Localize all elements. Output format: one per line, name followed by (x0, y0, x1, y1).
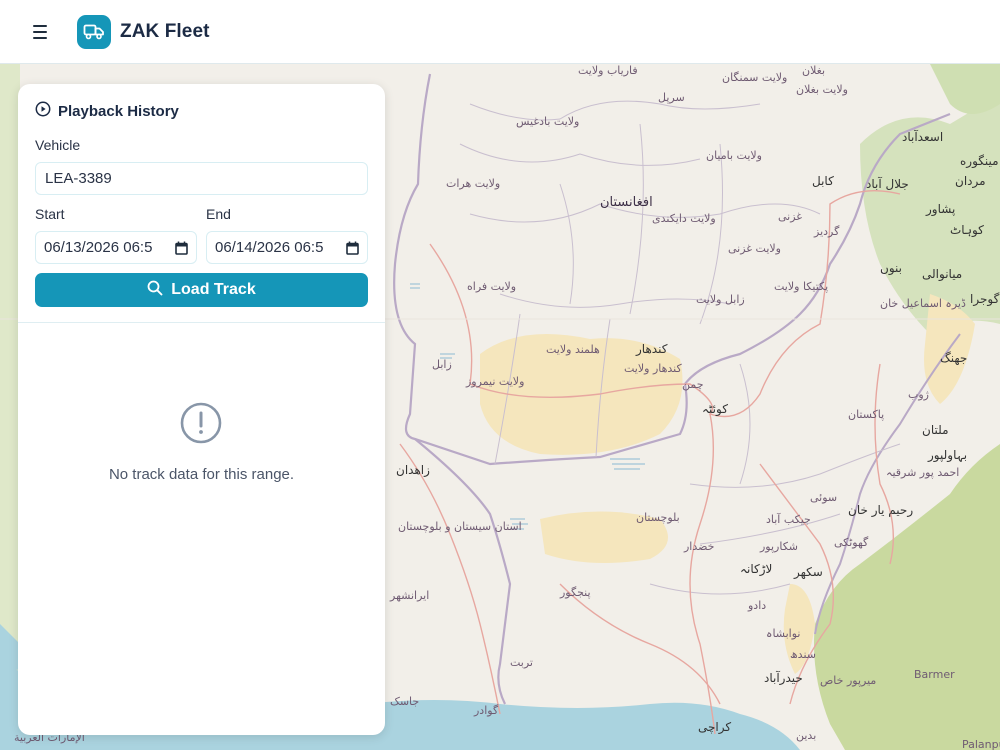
map-label: ژوب (908, 388, 929, 401)
map-label: دادو (748, 599, 767, 612)
map-label: Palanpu (962, 738, 1000, 750)
map-label: اسعدآباد (902, 130, 944, 144)
map-label: کوہاٹ (950, 223, 984, 237)
map-label: لاڑکانہ (740, 562, 773, 576)
play-circle-icon (35, 101, 51, 122)
map-label: استان سیستان و بلوچستان (398, 520, 522, 533)
map-label: ملتان (922, 423, 949, 437)
map-label: میانوالی (922, 267, 963, 281)
map-label: تربت (510, 656, 533, 669)
start-date-input[interactable]: 06/13/2026 06:5 (35, 231, 197, 264)
map-label: پاکستان (848, 408, 885, 421)
map-label: Barmer (914, 668, 955, 681)
map-label: نوابشاہ (766, 627, 801, 640)
map-label: ولایت فراه (467, 280, 517, 293)
panel-divider (18, 322, 385, 323)
panel-header: Playback History (18, 84, 385, 122)
map-label: کابل (812, 174, 834, 188)
map-label: بغلان (802, 64, 826, 77)
map-label: سندھ (790, 648, 816, 661)
map-label: ولایت سمنگان (722, 71, 788, 84)
map-label: جیکب آباد (766, 513, 811, 526)
vehicle-input[interactable]: LEA-3389 (35, 162, 368, 195)
map-label: فاریاب ولایت (578, 64, 638, 77)
start-label: Start (35, 206, 65, 222)
map-label: ولایت دایکندی (652, 212, 716, 225)
map-label: خضدار (684, 540, 715, 553)
map-label: سکھر (794, 565, 823, 579)
map-label: چمن (682, 378, 704, 391)
playback-panel: Playback History Vehicle LEA-3389 Start … (18, 84, 385, 735)
start-date-value: 06/13/2026 06:5 (44, 239, 153, 256)
search-icon (147, 280, 163, 301)
hamburger-icon[interactable] (20, 12, 60, 52)
map-label: جلال آباد (866, 177, 909, 191)
map-label: ولایت بامیان (706, 149, 762, 162)
empty-state-message: No track data for this range. (108, 466, 295, 483)
truck-icon (77, 14, 111, 49)
map-label: جاسک (390, 695, 420, 708)
map-label: کوئٹہ (702, 402, 728, 416)
alert-circle-icon (180, 402, 222, 449)
map-label: حیدرآباد (764, 671, 803, 685)
map-label: مردان (955, 174, 986, 188)
load-track-label: Load Track (171, 281, 256, 298)
map-label: ایرانشهر (390, 589, 430, 602)
map-label: ولایت غزنی (728, 242, 781, 255)
map-label: هلمند ولایت (546, 343, 600, 356)
map-label: گردیز (814, 225, 840, 238)
map-label: ولایت هرات (446, 177, 501, 190)
map-label: غزنی (778, 210, 803, 223)
map-label: پکتیکا ولایت (774, 280, 829, 293)
map-label: ولایت بغلان (796, 83, 848, 96)
map-label: زابل (432, 358, 452, 371)
map-label: سرپل (658, 91, 685, 104)
map-label: کراچی (698, 720, 732, 734)
end-label: End (206, 206, 231, 222)
map-label: جھنگ (940, 351, 968, 365)
calendar-icon[interactable] (346, 241, 359, 259)
map-label: سوئی (810, 491, 838, 504)
vehicle-label: Vehicle (35, 137, 81, 153)
map-label: رحیم یار خان (848, 503, 914, 517)
brand-title: ZAK Fleet (120, 20, 210, 42)
map-label: زاهدان (396, 463, 430, 477)
map-label: ڈیرہ اسماعیل خان (880, 297, 966, 310)
map-label: پنجگور (560, 586, 591, 599)
map-label: احمد پور شرقیہ (886, 466, 960, 479)
map-label: ولایت نیمروز (466, 375, 525, 388)
map-label: بہاولپور (928, 448, 968, 462)
map-label: کندهار ولایت (624, 362, 682, 375)
panel-title: Playback History (58, 103, 179, 120)
map-label: شکارپور (760, 540, 799, 553)
calendar-icon[interactable] (175, 241, 188, 259)
top-bar: ZAK Fleet (0, 0, 1000, 64)
end-date-value: 06/14/2026 06:5 (215, 239, 324, 256)
map-label: گھوٹکی (834, 536, 869, 549)
map-label: بلوچستان (636, 511, 680, 524)
map-label: زابل ولایت (696, 293, 745, 306)
map-label: بدین (796, 729, 817, 742)
map-label: افغانستان (600, 195, 653, 210)
map-label: گوادر (474, 704, 499, 717)
map-label: میرپور خاص (820, 674, 877, 687)
map-label: کندهار (636, 342, 668, 356)
map-label: ولایت بادغیس (516, 115, 580, 128)
load-track-button[interactable]: Load Track (35, 273, 368, 307)
map-label: مینگوره (960, 154, 999, 168)
end-date-input[interactable]: 06/14/2026 06:5 (206, 231, 368, 264)
map-label: بنوں (880, 261, 902, 275)
map-label: گوجرا (970, 292, 1000, 306)
map-label: پشاور (926, 202, 956, 216)
